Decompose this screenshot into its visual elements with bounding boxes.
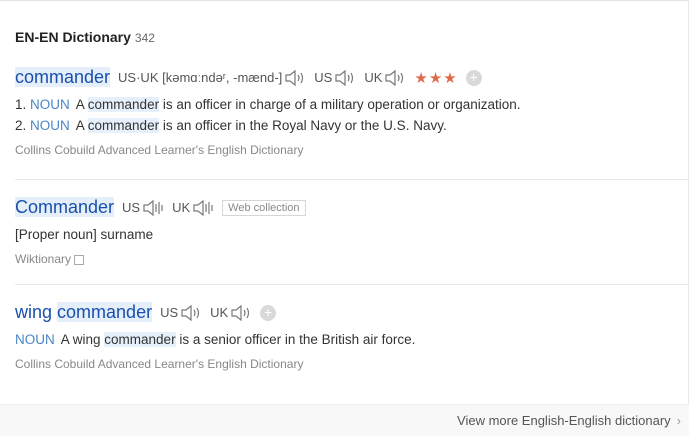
us-label: US bbox=[314, 70, 333, 85]
us-label: US bbox=[122, 200, 141, 215]
definition: NOUN A wing commander is a senior officer… bbox=[15, 332, 416, 347]
add-wordbook-icon[interactable]: + bbox=[465, 69, 482, 86]
dictionary-title: EN-EN Dictionary bbox=[15, 29, 131, 45]
view-more-link[interactable]: View more English-English dictionary › bbox=[457, 413, 681, 428]
dictionary-header: EN-EN Dictionary 342 bbox=[15, 29, 155, 45]
entry-headline: wing commander US UK + bbox=[15, 302, 689, 323]
chevron-right-icon: › bbox=[676, 413, 681, 428]
result-count: 342 bbox=[134, 31, 155, 45]
entry-commander-proper: Commander US UK Web collection [Proper n… bbox=[15, 197, 689, 266]
us-speaker-icon[interactable] bbox=[334, 69, 356, 87]
phonetic: US·UK [kəmɑːndəʳ, -mænd-] bbox=[118, 70, 283, 85]
external-link-icon[interactable] bbox=[74, 254, 85, 265]
source-label: Collins Cobuild Advanced Learner's Engli… bbox=[15, 357, 304, 371]
us-speaker-icon[interactable] bbox=[142, 199, 164, 217]
frequency-stars: ★★★ bbox=[414, 69, 458, 87]
uk-speaker-icon[interactable] bbox=[230, 304, 252, 322]
add-wordbook-icon[interactable]: + bbox=[260, 304, 277, 321]
definition-1: 1. NOUN A commander is an officer in char… bbox=[15, 97, 521, 112]
keyword-highlight: commander bbox=[104, 332, 176, 347]
keyword-highlight: commander bbox=[87, 97, 160, 112]
headword[interactable]: wing commander bbox=[15, 302, 153, 323]
headword[interactable]: Commander bbox=[15, 197, 115, 218]
web-collection-tag: Web collection bbox=[222, 199, 306, 216]
entry-headline: commander US·UK [kəmɑːndəʳ, -mænd-] US U… bbox=[15, 67, 689, 88]
uk-label: UK bbox=[172, 200, 191, 215]
uk-speaker-icon[interactable] bbox=[384, 69, 406, 87]
divider bbox=[15, 179, 689, 180]
us-speaker-icon[interactable] bbox=[180, 304, 202, 322]
footer-bar: View more English-English dictionary › bbox=[0, 404, 689, 436]
keyword-highlight: commander bbox=[87, 118, 160, 133]
pos-label: NOUN bbox=[30, 97, 70, 112]
top-divider bbox=[0, 0, 689, 1]
entry-commander: commander US·UK [kəmɑːndəʳ, -mænd-] US U… bbox=[15, 67, 689, 157]
speaker-icon[interactable] bbox=[284, 69, 306, 87]
entry-wing-commander: wing commander US UK + NOUN A wing comman… bbox=[15, 302, 689, 371]
us-label: US bbox=[160, 305, 179, 320]
divider bbox=[15, 284, 689, 285]
headword[interactable]: commander bbox=[15, 67, 111, 88]
uk-label: UK bbox=[364, 70, 383, 85]
entry-headline: Commander US UK Web collection bbox=[15, 197, 689, 218]
definition: [Proper noun] surname bbox=[15, 227, 154, 242]
source-label: Collins Cobuild Advanced Learner's Engli… bbox=[15, 143, 304, 157]
uk-label: UK bbox=[210, 305, 229, 320]
pos-label: NOUN bbox=[15, 332, 55, 347]
source-label: Wiktionary bbox=[15, 252, 689, 266]
pos-label: NOUN bbox=[30, 118, 70, 133]
definition-2: 2. NOUN A commander is an officer in the … bbox=[15, 118, 447, 133]
uk-speaker-icon[interactable] bbox=[192, 199, 214, 217]
